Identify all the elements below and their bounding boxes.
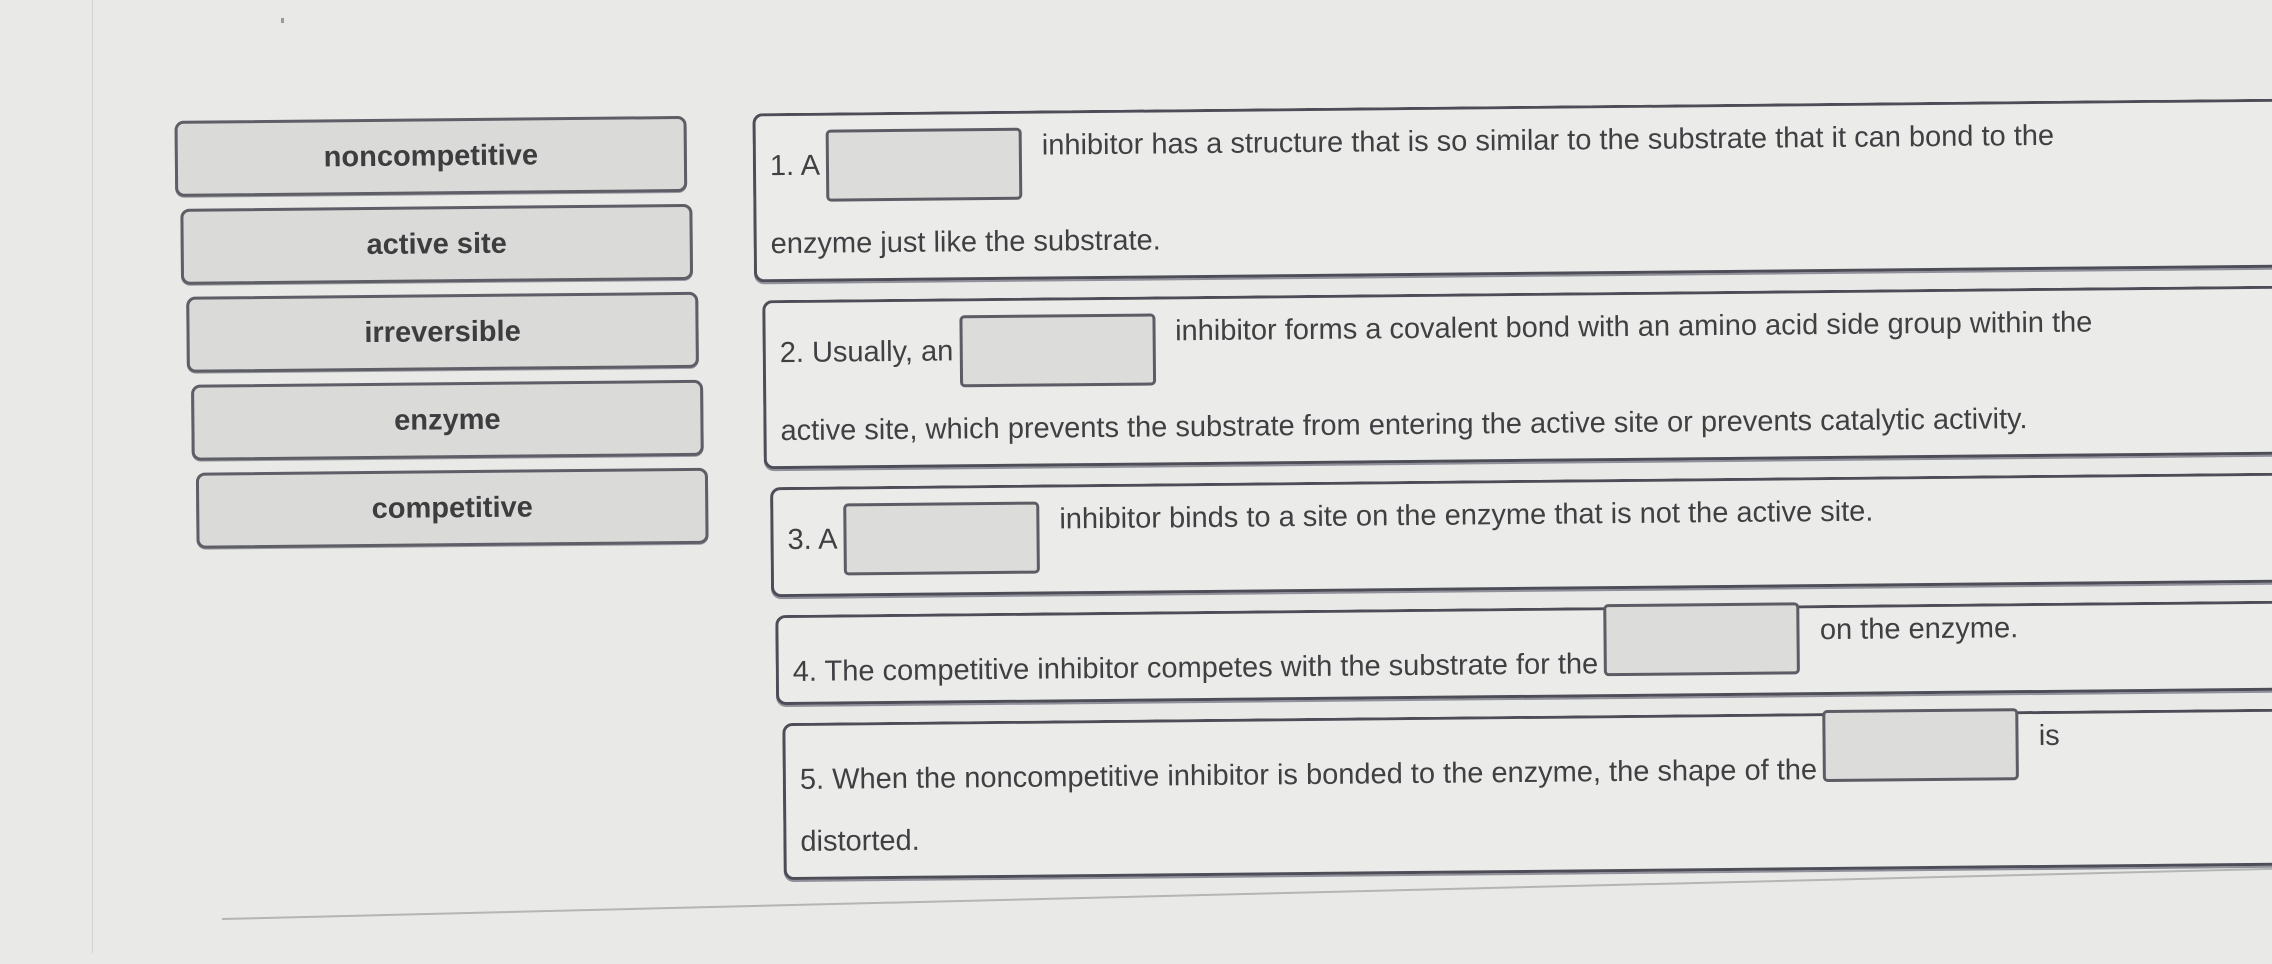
question-1-drop-target[interactable] <box>825 127 1023 202</box>
question-5-prefix: 5. When the noncompetitive inhibitor is … <box>799 753 1818 796</box>
word-bank: noncompetitive active site irreversible … <box>174 115 709 561</box>
question-5-drop-target[interactable] <box>1822 708 2020 783</box>
question-2-drop-target[interactable] <box>958 313 1156 388</box>
question-4-line-1: 4. The competitive inhibitor competes wi… <box>792 602 2272 687</box>
question-4: 4. The competitive inhibitor competes wi… <box>775 600 2272 706</box>
word-tile-enzyme[interactable]: enzyme <box>191 379 704 461</box>
question-2: 2. Usually, an inhibitor forms a covalen… <box>762 285 2272 470</box>
question-2-prefix: 2. Usually, an <box>779 334 954 369</box>
question-1-line-1: 1. A inhibitor has a structure that is s… <box>770 116 2272 203</box>
question-1-prefix: 1. A <box>769 149 821 182</box>
question-1-line-2: enzyme just like the substrate. <box>770 224 1161 261</box>
word-tile-active-site[interactable]: active site <box>180 203 694 285</box>
question-4-suffix: on the enzyme. <box>1819 611 2019 646</box>
question-5: 5. When the noncompetitive inhibitor is … <box>782 708 2272 881</box>
question-3-prefix: 3. A <box>787 523 838 556</box>
question-list: 1. A inhibitor has a structure that is s… <box>752 98 2272 898</box>
question-2-suffix: inhibitor forms a covalent bond with an … <box>1174 305 2093 347</box>
question-3-drop-target[interactable] <box>843 501 1040 576</box>
word-tile-noncompetitive[interactable]: noncompetitive <box>174 115 688 197</box>
word-tile-irreversible[interactable]: irreversible <box>186 291 699 373</box>
question-2-line-2: active site, which prevents the substrat… <box>780 403 2028 448</box>
question-2-line-1: 2. Usually, an inhibitor forms a covalen… <box>779 302 2272 389</box>
question-3-line-1: 3. A inhibitor binds to a site on the en… <box>787 489 2272 576</box>
drag-and-drop-activity: noncompetitive active site irreversible … <box>0 0 2272 964</box>
question-5-line-1: 5. When the noncompetitive inhibitor is … <box>799 708 2272 795</box>
word-tile-competitive[interactable]: competitive <box>195 467 709 549</box>
question-3-suffix: inhibitor binds to a site on the enzyme … <box>1059 495 1874 535</box>
question-1-suffix: inhibitor has a structure that is so sim… <box>1041 119 2055 162</box>
question-1: 1. A inhibitor has a structure that is s… <box>752 98 2272 283</box>
question-5-line-2: distorted. <box>800 824 920 858</box>
question-3: 3. A inhibitor binds to a site on the en… <box>770 472 2272 598</box>
question-4-drop-target[interactable] <box>1603 602 1801 677</box>
question-5-suffix: is <box>2038 719 2060 752</box>
question-4-prefix: 4. The competitive inhibitor competes wi… <box>792 647 1599 688</box>
